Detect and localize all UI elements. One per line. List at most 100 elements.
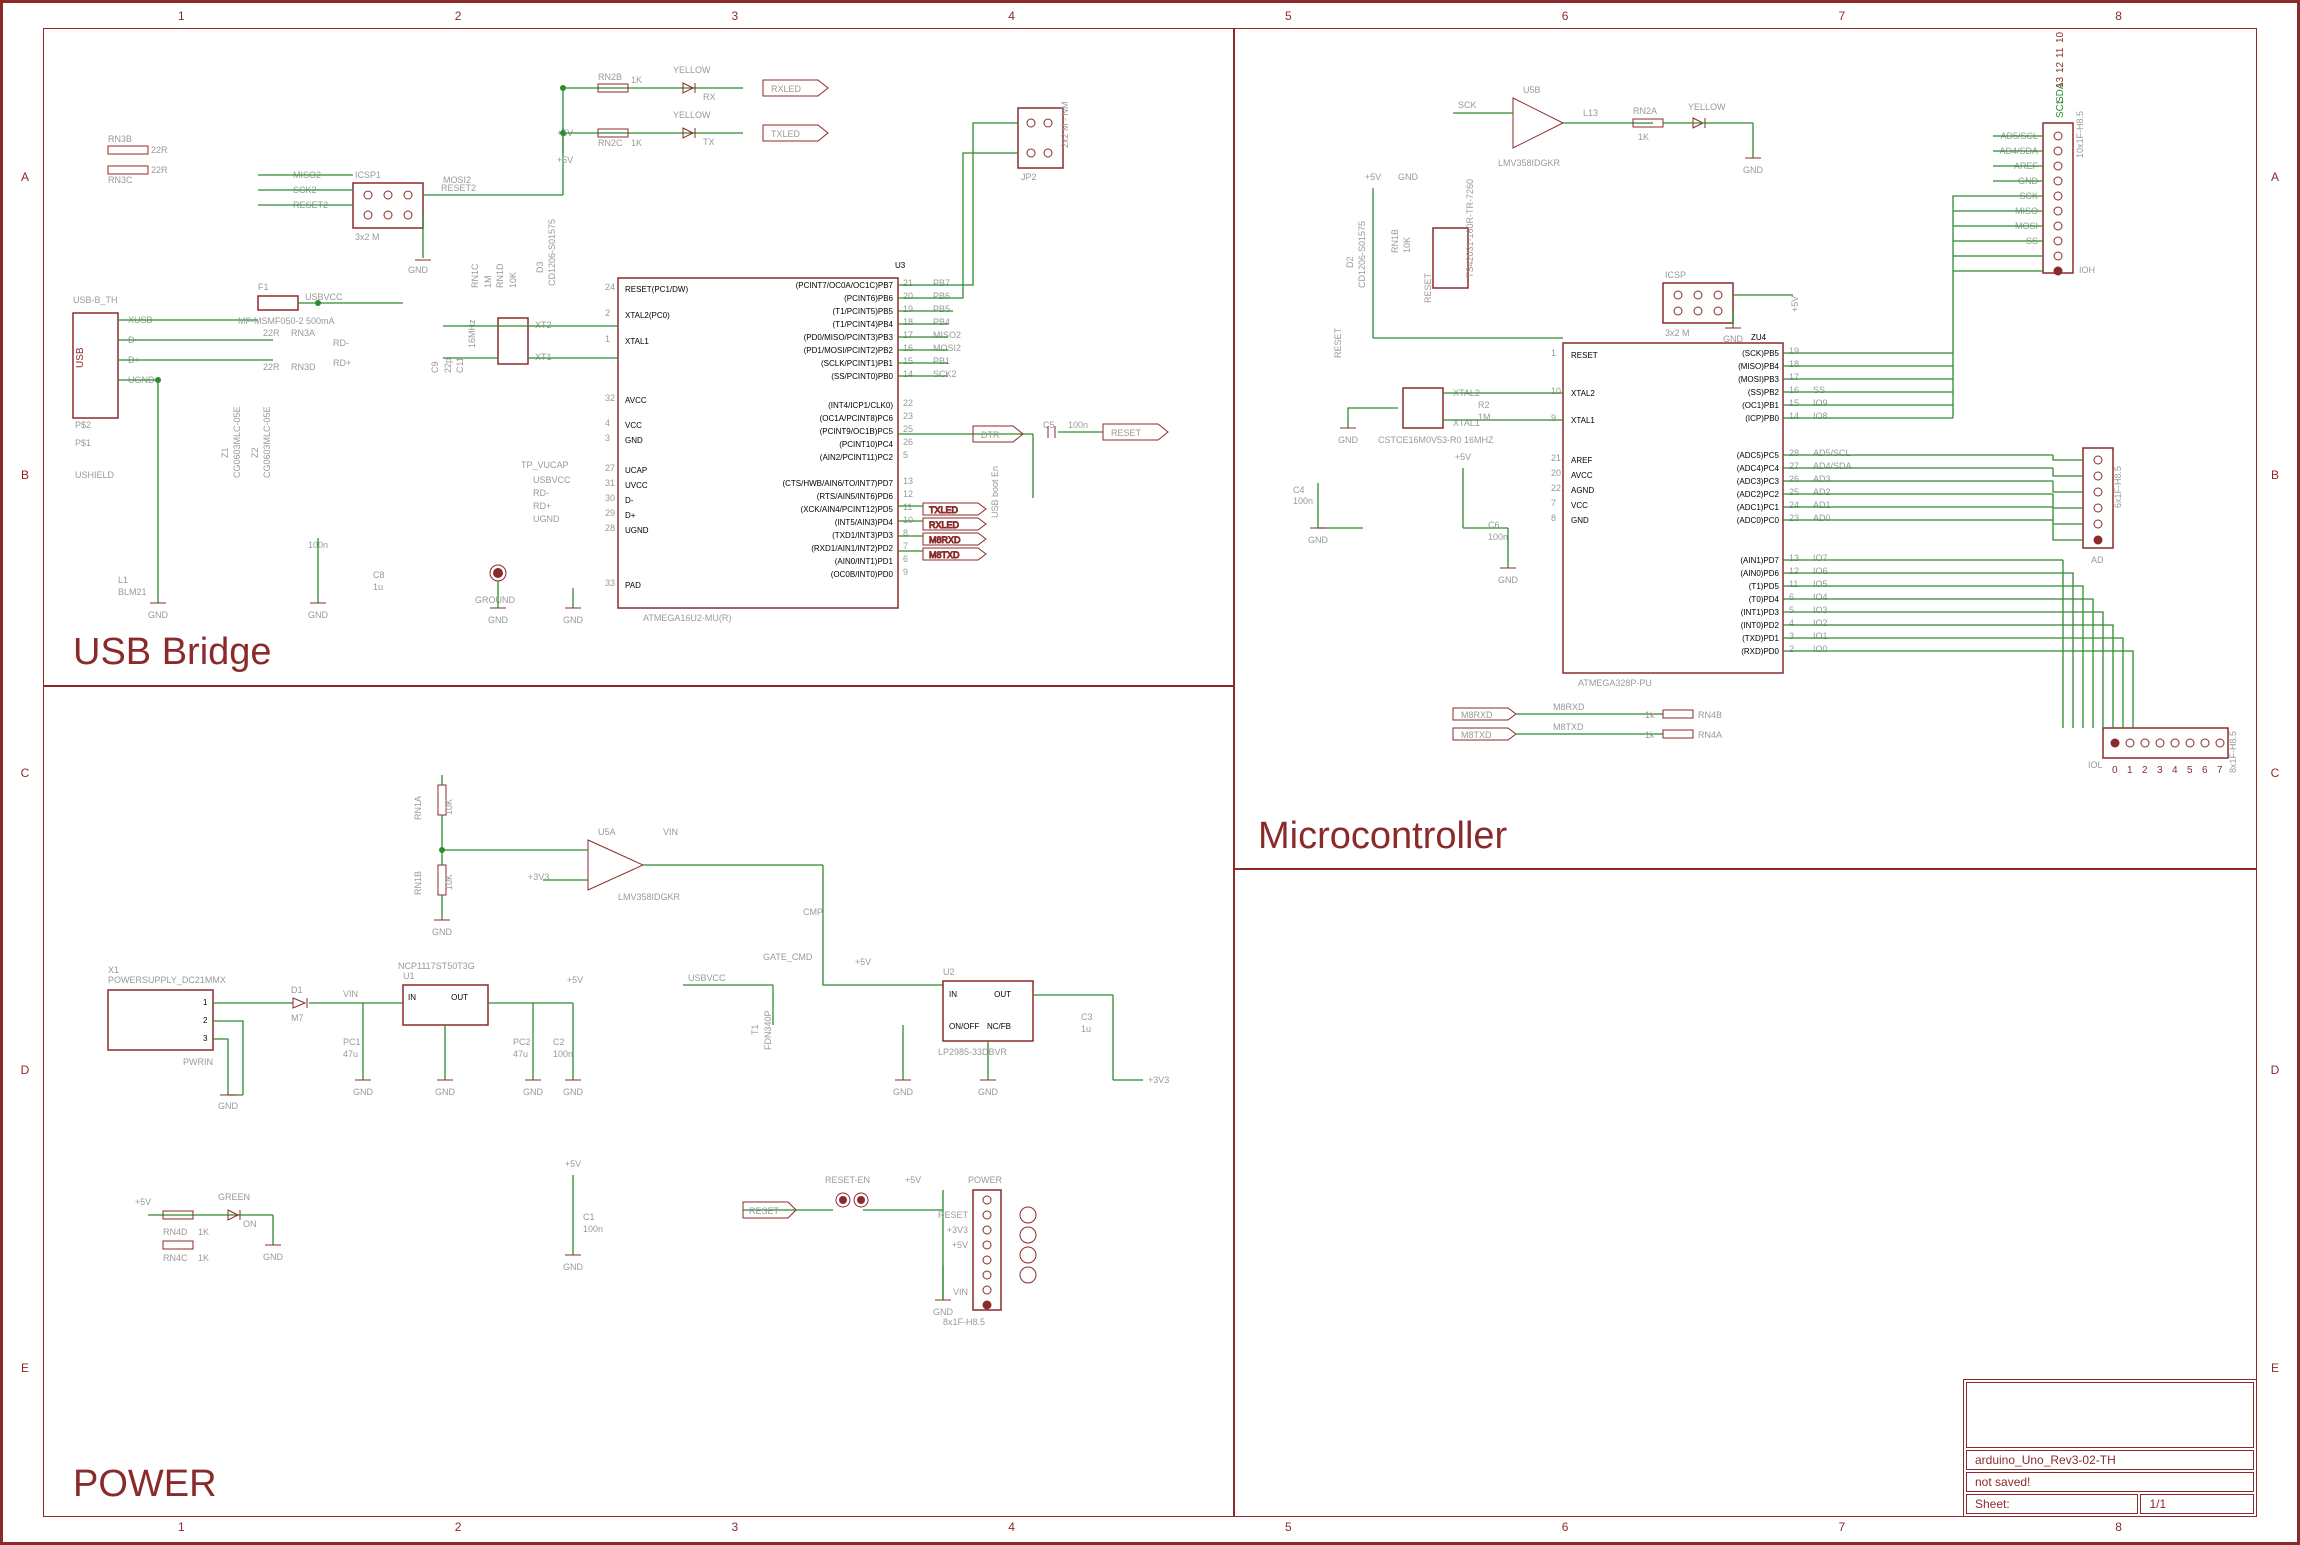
svg-text:USBVCC: USBVCC bbox=[305, 292, 343, 302]
svg-text:8x1F-H8.5: 8x1F-H8.5 bbox=[943, 1317, 985, 1327]
svg-text:GND: GND bbox=[1743, 165, 1764, 175]
svg-text:AD1: AD1 bbox=[1813, 500, 1831, 510]
svg-text:10: 10 bbox=[903, 515, 913, 525]
svg-text:AREF: AREF bbox=[1571, 456, 1592, 465]
svg-text:USB boot En: USB boot En bbox=[990, 466, 1000, 518]
svg-text:12: 12 bbox=[1789, 566, 1799, 576]
svg-text:TXLED: TXLED bbox=[771, 129, 801, 139]
power-schematic: POWERSUPPLY_DC21MMX X1 123 PWRIN GND D1 … bbox=[43, 685, 1233, 1525]
svg-text:23: 23 bbox=[1789, 513, 1799, 523]
svg-text:12: 12 bbox=[903, 489, 913, 499]
svg-text:DTR: DTR bbox=[981, 430, 1000, 440]
svg-text:LP2985-33DBVR: LP2985-33DBVR bbox=[938, 1047, 1008, 1057]
svg-text:X1: X1 bbox=[108, 965, 119, 975]
svg-text:3: 3 bbox=[1789, 631, 1794, 641]
svg-text:RN3D: RN3D bbox=[291, 362, 316, 372]
svg-text:RX: RX bbox=[703, 92, 716, 102]
svg-text:+5V: +5V bbox=[905, 1175, 921, 1185]
svg-text:CG0603MLC-05E: CG0603MLC-05E bbox=[232, 406, 242, 478]
svg-text:7: 7 bbox=[903, 541, 908, 551]
grid-col-4: 4 bbox=[1008, 9, 1015, 23]
svg-text:(AIN2/PCINT11)PC2: (AIN2/PCINT11)PC2 bbox=[820, 453, 894, 462]
svg-text:L1: L1 bbox=[118, 575, 128, 585]
svg-text:GND: GND bbox=[893, 1087, 914, 1097]
svg-text:26: 26 bbox=[903, 437, 913, 447]
svg-text:10K: 10K bbox=[444, 799, 454, 815]
svg-text:RXLED: RXLED bbox=[771, 84, 802, 94]
svg-text:F1: F1 bbox=[258, 282, 269, 292]
svg-text:AD0: AD0 bbox=[1813, 513, 1831, 523]
svg-text:GND: GND bbox=[1498, 575, 1519, 585]
svg-text:(RXD)PD0: (RXD)PD0 bbox=[1741, 647, 1779, 656]
svg-text:C2: C2 bbox=[553, 1037, 565, 1047]
svg-text:IN: IN bbox=[949, 990, 957, 999]
svg-text:RN3A: RN3A bbox=[291, 328, 315, 338]
svg-text:ATMEGA16U2-MU(R): ATMEGA16U2-MU(R) bbox=[643, 613, 731, 623]
svg-text:POWERSUPPLY_DC21MMX: POWERSUPPLY_DC21MMX bbox=[108, 975, 226, 985]
svg-text:6: 6 bbox=[903, 554, 908, 564]
svg-text:AD: AD bbox=[2091, 555, 2104, 565]
svg-text:5: 5 bbox=[1789, 605, 1794, 615]
svg-text:23: 23 bbox=[903, 411, 913, 421]
svg-text:XT1: XT1 bbox=[535, 352, 552, 362]
svg-text:18: 18 bbox=[1789, 359, 1799, 369]
svg-text:+3V3: +3V3 bbox=[1148, 1075, 1169, 1085]
svg-text:5: 5 bbox=[903, 450, 908, 460]
svg-text:C6: C6 bbox=[1488, 520, 1500, 530]
svg-text:8: 8 bbox=[1551, 513, 1556, 523]
svg-text:IO6: IO6 bbox=[1813, 566, 1828, 576]
svg-text:1K: 1K bbox=[1638, 132, 1649, 142]
svg-text:USB-B_TH: USB-B_TH bbox=[73, 295, 118, 305]
svg-text:100n: 100n bbox=[553, 1049, 573, 1059]
svg-text:U2: U2 bbox=[943, 967, 955, 977]
svg-text:+5V: +5V bbox=[565, 1159, 581, 1169]
svg-text:IO8: IO8 bbox=[1813, 411, 1828, 421]
svg-text:10K: 10K bbox=[1402, 237, 1412, 253]
svg-text:GND: GND bbox=[435, 1087, 456, 1097]
svg-text:GND: GND bbox=[978, 1087, 999, 1097]
svg-text:15: 15 bbox=[1789, 398, 1799, 408]
svg-text:17: 17 bbox=[1789, 372, 1799, 382]
svg-text:RN2B: RN2B bbox=[598, 72, 622, 82]
svg-text:GND: GND bbox=[625, 436, 643, 445]
svg-text:(AIN0)PD6: (AIN0)PD6 bbox=[1740, 569, 1779, 578]
svg-text:4: 4 bbox=[605, 418, 610, 428]
svg-text:D1: D1 bbox=[291, 985, 303, 995]
svg-text:14: 14 bbox=[903, 369, 913, 379]
svg-text:RN4D: RN4D bbox=[163, 1227, 188, 1237]
svg-text:PAD: PAD bbox=[625, 581, 641, 590]
svg-text:10: 10 bbox=[2055, 31, 2066, 43]
svg-text:3x2 M: 3x2 M bbox=[1665, 328, 1690, 338]
svg-text:(SS/PCINT0)PB0: (SS/PCINT0)PB0 bbox=[831, 372, 893, 381]
svg-text:1M: 1M bbox=[1478, 412, 1491, 422]
svg-text:1k: 1k bbox=[1645, 730, 1655, 740]
svg-text:GND: GND bbox=[563, 615, 584, 625]
svg-text:(PD0/MISO/PCINT3)PB3: (PD0/MISO/PCINT3)PB3 bbox=[804, 333, 894, 342]
svg-text:(CTS/HWB/AIN6/TO/INT7)PD7: (CTS/HWB/AIN6/TO/INT7)PD7 bbox=[782, 479, 893, 488]
svg-text:C1: C1 bbox=[583, 1212, 595, 1222]
svg-text:(ADC3)PC3: (ADC3)PC3 bbox=[1737, 477, 1780, 486]
svg-text:13: 13 bbox=[1789, 553, 1799, 563]
svg-text:(ICP)PB0: (ICP)PB0 bbox=[1745, 414, 1779, 423]
svg-text:28: 28 bbox=[1789, 448, 1799, 458]
svg-text:+5V: +5V bbox=[952, 1240, 968, 1250]
svg-text:1: 1 bbox=[1551, 348, 1556, 358]
svg-text:28: 28 bbox=[605, 523, 615, 533]
svg-text:20: 20 bbox=[903, 291, 913, 301]
svg-text:ICSP1: ICSP1 bbox=[355, 170, 381, 180]
hdiv-right bbox=[1233, 868, 2257, 870]
save-status: not saved! bbox=[1966, 1472, 2254, 1492]
svg-text:100n: 100n bbox=[583, 1224, 603, 1234]
svg-text:U1: U1 bbox=[403, 971, 415, 981]
svg-text:19: 19 bbox=[1789, 346, 1799, 356]
svg-text:11: 11 bbox=[2055, 47, 2066, 58]
svg-text:OUT: OUT bbox=[994, 990, 1011, 999]
svg-text:GREEN: GREEN bbox=[218, 1192, 250, 1202]
svg-text:MISO2: MISO2 bbox=[933, 330, 961, 340]
svg-text:10x1F-H8.5: 10x1F-H8.5 bbox=[2075, 111, 2085, 158]
svg-text:GND: GND bbox=[1723, 334, 1744, 344]
svg-text:VCC: VCC bbox=[1571, 501, 1588, 510]
svg-text:10K: 10K bbox=[508, 272, 518, 288]
svg-text:(RTS/AIN5/INT6)PD6: (RTS/AIN5/INT6)PD6 bbox=[817, 492, 894, 501]
svg-text:VIN: VIN bbox=[953, 1287, 968, 1297]
